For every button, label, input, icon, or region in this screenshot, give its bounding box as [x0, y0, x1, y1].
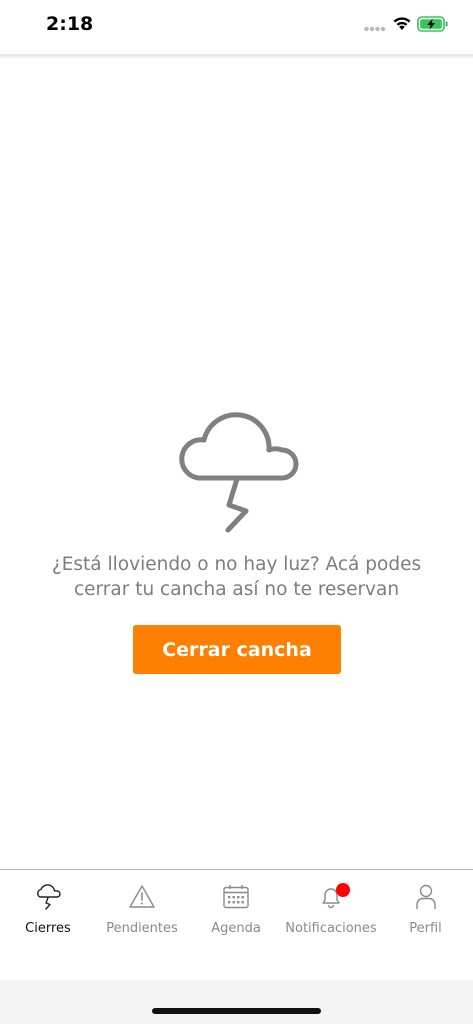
empty-state-message: ¿Está lloviendo o no hay luz? Acá podes … — [30, 552, 443, 602]
tab-pendientes[interactable]: Pendientes — [94, 870, 190, 970]
tab-label: Perfil — [409, 921, 442, 936]
user-icon — [415, 884, 436, 909]
tab-label: Pendientes — [106, 921, 178, 936]
tab-label: Cierres — [25, 921, 71, 936]
storm-cloud-icon — [37, 884, 61, 910]
tab-agenda[interactable]: Agenda — [188, 870, 284, 970]
battery-charging-icon — [417, 16, 448, 32]
status-time: 2:18 — [46, 13, 94, 35]
cellular-signal-icon — [364, 26, 386, 32]
screen: 2:18 ¿Está lloviendo o no hay luz? Acá p… — [0, 0, 473, 1024]
close-court-button[interactable]: Cerrar cancha — [133, 625, 341, 674]
home-indicator[interactable] — [152, 1008, 321, 1014]
warning-icon — [129, 885, 155, 908]
calendar-icon — [223, 885, 249, 909]
notification-badge — [336, 883, 350, 897]
empty-state-message-line1: ¿Está lloviendo o no hay luz? Acá podes — [51, 554, 422, 575]
tab-label: Agenda — [211, 921, 261, 936]
main-content: ¿Está lloviendo o no hay luz? Acá podes … — [0, 58, 473, 869]
tab-perfil[interactable]: Perfil — [378, 870, 473, 970]
tab-label: Notificaciones — [285, 921, 377, 936]
empty-state-message-line2: cerrar tu cancha así no te reservan — [73, 579, 400, 600]
storm-cloud-icon — [179, 412, 299, 533]
status-bar: 2:18 — [0, 0, 473, 54]
wifi-icon — [393, 17, 411, 30]
tab-notificaciones[interactable]: Notificaciones — [283, 870, 379, 970]
bottom-tab-bar: Cierres Pendientes Agenda Notificaciones… — [0, 869, 473, 980]
tab-cierres[interactable]: Cierres — [0, 870, 96, 970]
